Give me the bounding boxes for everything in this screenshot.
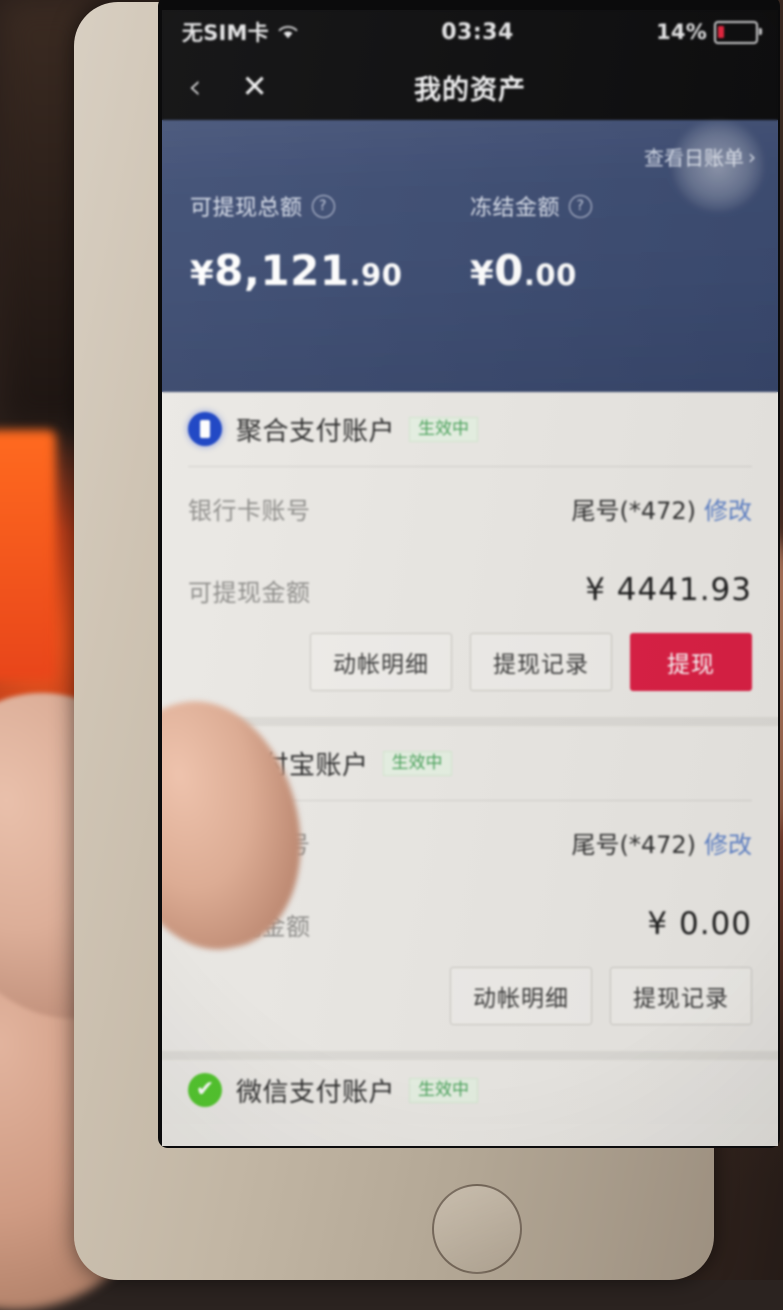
amount-decimals: .00	[523, 258, 577, 292]
chevron-right-icon: ›	[748, 144, 756, 169]
view-daily-bill-link[interactable]: 查看日账单 ›	[644, 142, 756, 171]
withdrawable-amount-row: 可提现金额 ¥ 4441.93	[188, 549, 752, 631]
account-card-actions: 动帐明细 提现记录	[188, 965, 752, 1051]
withdraw-button[interactable]: 提现	[630, 633, 752, 691]
phone-device: 无SIM卡 03:34 14% ‹ ✕ 我的资产 查看日账单 › 可提现总额 ?…	[74, 0, 780, 1280]
account-card-aggregate: 聚合支付账户 生效中 银行卡账号 尾号(*472) 修改 可提现金额 ¥ 4441…	[162, 392, 778, 717]
withdrawable-total-label: 可提现总额	[190, 196, 303, 221]
account-card-header: 支 支付宝账户 生效中	[188, 726, 752, 800]
account-card-list: 聚合支付账户 生效中 银行卡账号 尾号(*472) 修改 可提现金额 ¥ 4441…	[162, 392, 778, 1124]
account-card-actions: 动帐明细 提现记录 提现	[188, 631, 752, 717]
carrier-label: 无SIM卡	[182, 21, 269, 45]
account-name: 支付宝账户	[236, 750, 369, 781]
home-button[interactable]	[432, 1184, 522, 1274]
transaction-details-button[interactable]: 动帐明细	[450, 967, 592, 1025]
status-badge: 生效中	[409, 1077, 479, 1103]
currency-symbol: ¥	[190, 254, 215, 294]
withdrawable-amount-value: ¥ 0.00	[647, 906, 752, 942]
withdrawable-amount-value: ¥ 4441.93	[585, 572, 752, 608]
phone-screen: 无SIM卡 03:34 14% ‹ ✕ 我的资产 查看日账单 › 可提现总额 ?…	[162, 10, 778, 1146]
battery-fill	[718, 26, 724, 38]
wifi-icon	[278, 25, 298, 39]
bank-card-row: 银行卡账号 尾号(*472) 修改	[188, 801, 752, 883]
view-daily-bill-label: 查看日账单	[644, 146, 744, 170]
withdrawable-total-stat: 可提现总额 ? ¥8,121.90	[190, 190, 470, 295]
balance-summary-header: 查看日账单 › 可提现总额 ? ¥8,121.90 冻结金额 ? ¥0.00	[162, 120, 778, 392]
aggregate-pay-icon	[188, 412, 222, 446]
frozen-amount-stat: 冻结金额 ? ¥0.00	[470, 190, 750, 295]
withdraw-records-button[interactable]: 提现记录	[470, 633, 612, 691]
alipay-icon: 支	[188, 746, 222, 780]
battery-percent-label: 14%	[656, 20, 707, 44]
status-bar: 无SIM卡 03:34 14%	[162, 10, 778, 54]
amount-integer: 8,121	[214, 246, 350, 295]
bank-card-label: 银行卡账号	[188, 496, 311, 525]
withdrawable-total-value: ¥8,121.90	[190, 246, 470, 295]
frozen-amount-value: ¥0.00	[470, 246, 750, 295]
bank-card-suffix: 尾号(*472)	[571, 830, 696, 859]
status-bar-right: 14%	[656, 20, 762, 44]
navigation-bar: ‹ ✕ 我的资产	[162, 54, 778, 120]
background-orange-object	[0, 430, 56, 680]
help-icon[interactable]: ?	[569, 194, 593, 218]
bank-card-suffix: 尾号(*472)	[571, 496, 696, 525]
bank-card-value-group: 尾号(*472) 修改	[571, 825, 752, 860]
frozen-amount-label-row: 冻结金额 ?	[470, 190, 750, 222]
withdraw-records-button[interactable]: 提现记录	[610, 967, 752, 1025]
status-badge: 生效中	[409, 416, 479, 442]
back-icon[interactable]: ‹	[188, 70, 202, 104]
withdrawable-total-label-row: 可提现总额 ?	[190, 190, 470, 222]
withdrawable-amount-label: 可提现金额	[188, 912, 311, 941]
bank-card-label: 银行卡账号	[188, 830, 311, 859]
account-name: 聚合支付账户	[236, 416, 396, 447]
help-icon[interactable]: ?	[311, 194, 335, 218]
currency-symbol: ¥	[470, 254, 495, 294]
withdrawable-amount-label: 可提现金额	[188, 578, 311, 607]
account-name: 微信支付账户	[236, 1077, 396, 1108]
amount-integer: 0	[494, 246, 524, 295]
edit-bank-card-link[interactable]: 修改	[704, 497, 752, 525]
close-icon[interactable]: ✕	[242, 71, 268, 103]
frozen-amount-label: 冻结金额	[470, 196, 561, 221]
transaction-details-button[interactable]: 动帐明细	[310, 633, 452, 691]
account-card-header: 聚合支付账户 生效中	[188, 392, 752, 466]
account-card-alipay: 支 支付宝账户 生效中 银行卡账号 尾号(*472) 修改 可提现金额 ¥ 0.0…	[162, 726, 778, 1051]
withdrawable-amount-row: 可提现金额 ¥ 0.00	[188, 883, 752, 965]
status-badge: 生效中	[382, 750, 452, 776]
wechat-pay-icon: ✔	[188, 1073, 222, 1107]
bank-card-row: 银行卡账号 尾号(*472) 修改	[188, 467, 752, 549]
amount-decimals: .90	[349, 258, 403, 292]
account-card-header: ✔ 微信支付账户 生效中	[188, 1060, 752, 1120]
account-card-wechat: ✔ 微信支付账户 生效中	[162, 1060, 778, 1124]
status-bar-left: 无SIM卡	[182, 17, 299, 47]
edit-bank-card-link[interactable]: 修改	[704, 831, 752, 859]
status-bar-clock: 03:34	[441, 19, 514, 45]
bank-card-value-group: 尾号(*472) 修改	[571, 491, 752, 526]
battery-icon	[714, 20, 762, 44]
